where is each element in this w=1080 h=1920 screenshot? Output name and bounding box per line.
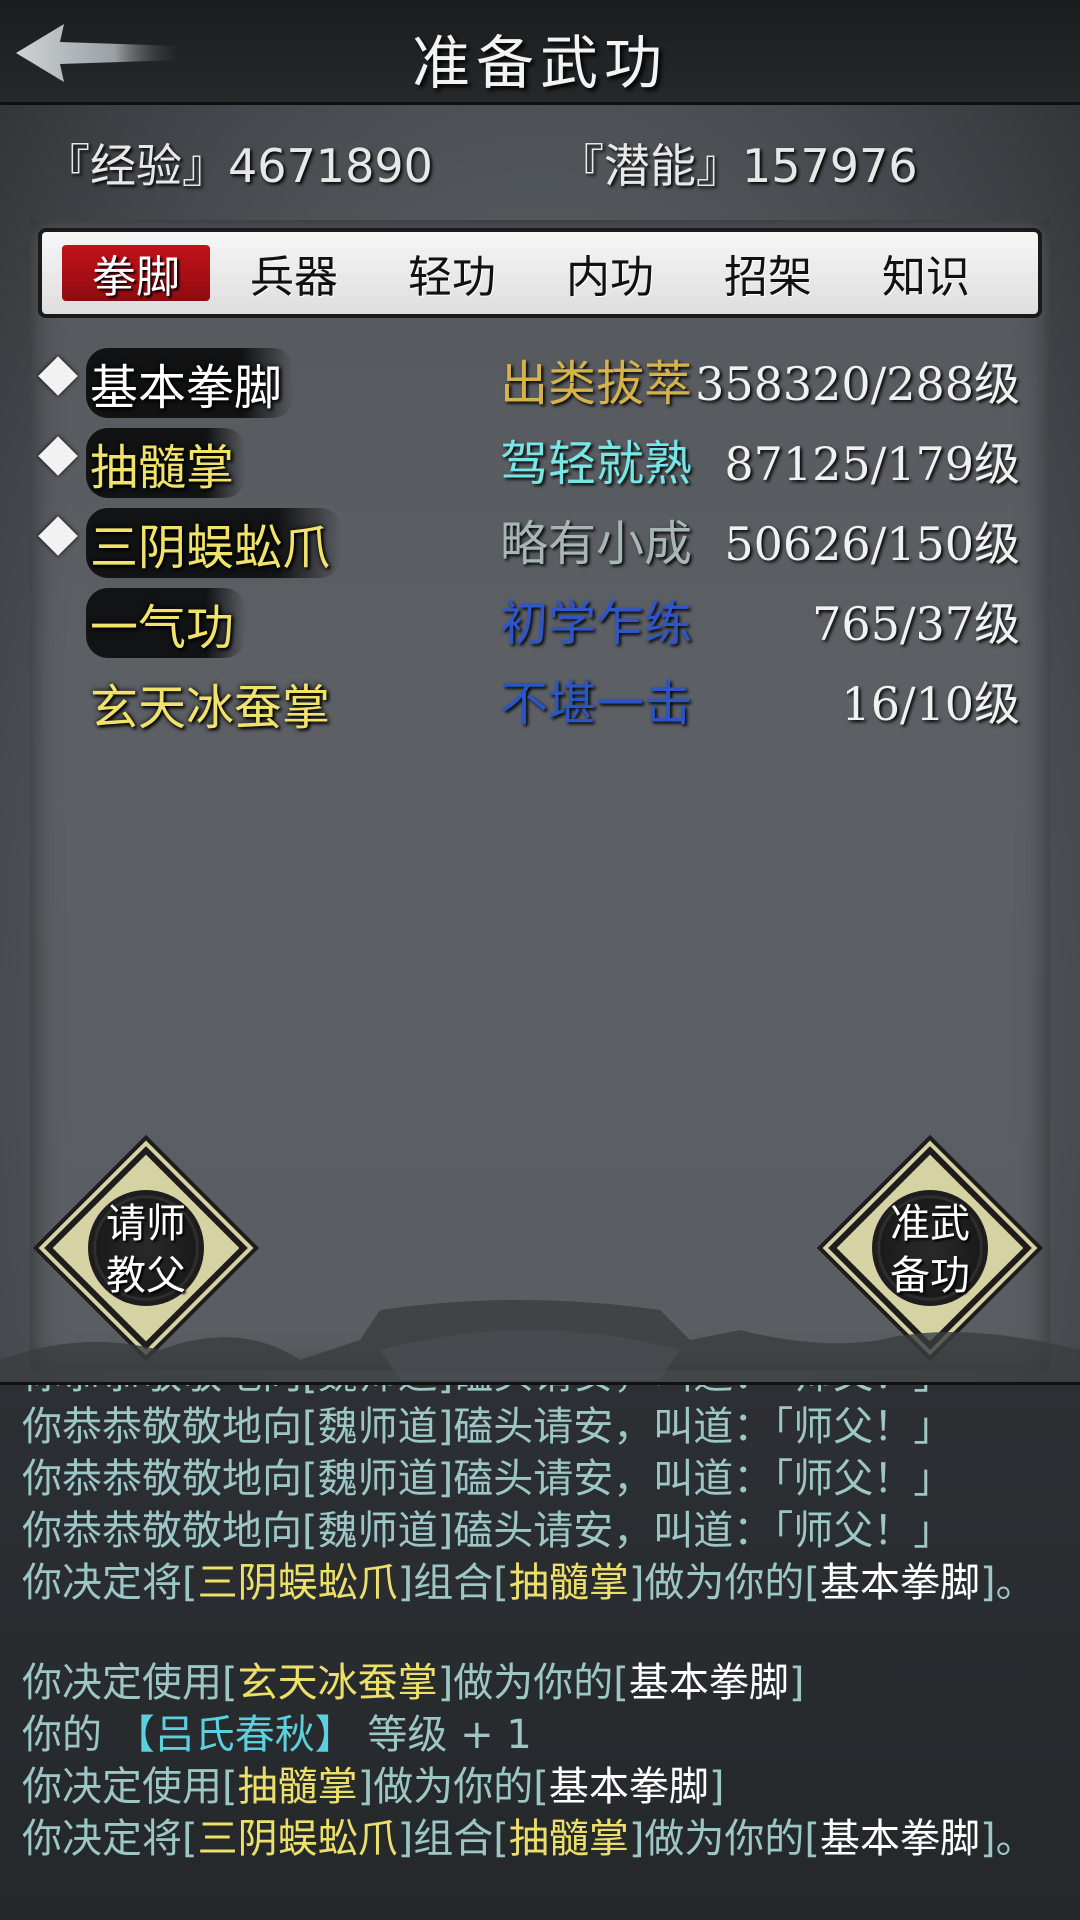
log-spacer xyxy=(22,1609,1080,1657)
tab-knowledge[interactable]: 知识 xyxy=(852,245,1000,303)
skill-level: 87125/179级 xyxy=(724,437,1020,491)
experience-stat: 『经验』4671890 xyxy=(44,139,433,193)
log-text: ]组合[ xyxy=(397,1816,509,1862)
log-text: 等级 + 1 xyxy=(354,1712,532,1758)
tab-lightness[interactable]: 轻功 xyxy=(378,245,526,303)
skill-name: 基本拳脚 xyxy=(86,348,295,418)
log-text: ] xyxy=(708,1764,725,1810)
log-book: 【吕氏春秋】 xyxy=(114,1712,355,1758)
skill-level: 16/10级 xyxy=(841,677,1020,731)
log-line: 你决定将[三阴蜈蚣爪]组合[抽髓掌]做为你的[基本拳脚]。 xyxy=(22,1813,1080,1865)
log-text: ]做为你的[ xyxy=(628,1560,821,1606)
log-text: 你的 xyxy=(22,1712,115,1758)
log-skill: 抽髓掌 xyxy=(508,1816,629,1862)
header-bar: 准备武功 xyxy=(0,0,1080,105)
skill-rank: 初学乍练 xyxy=(500,596,693,652)
skill-row[interactable]: 一气功 初学乍练 765/37级 xyxy=(0,580,1080,660)
log-line: 你恭恭敬敬地向[魏师道]磕头请安，叫道：「师父！」 xyxy=(22,1385,1080,1401)
skill-rank: 略有小成 xyxy=(500,516,693,572)
log-text: ]做为你的[ xyxy=(628,1816,821,1862)
log-text: 你决定使用[ xyxy=(22,1660,238,1706)
selected-diamond-icon xyxy=(38,356,78,396)
potential-stat: 『潜能』157976 xyxy=(558,139,918,193)
skill-rank: 出类拔萃 xyxy=(500,356,693,412)
skill-name: 三阴蜈蚣爪 xyxy=(86,508,343,578)
log-text: ]组合[ xyxy=(397,1560,509,1606)
skill-row[interactable]: 基本拳脚 出类拔萃 358320/288级 xyxy=(0,340,1080,420)
tab-parry[interactable]: 招架 xyxy=(694,245,842,303)
selected-diamond-icon xyxy=(38,516,78,556)
page-title: 准备武功 xyxy=(411,29,668,97)
skill-name: 一气功 xyxy=(86,588,247,658)
stats-bar: 『经验』4671890 『潜能』157976 xyxy=(0,124,1080,194)
tab-fist-kick[interactable]: 拳脚 xyxy=(62,245,210,303)
log-text: ]做为你的[ xyxy=(437,1660,629,1706)
log-line: 你恭恭敬敬地向[魏师道]磕头请安，叫道：「师父！」 xyxy=(22,1508,954,1554)
skill-level: 50626/150级 xyxy=(724,517,1020,571)
log-skill: 基本拳脚 xyxy=(548,1764,709,1810)
skill-row[interactable]: 抽髓掌 驾轻就熟 87125/179级 xyxy=(0,420,1080,500)
log-line: 你决定使用[玄天冰蚕掌]做为你的[基本拳脚] xyxy=(22,1657,1080,1709)
selected-diamond-icon xyxy=(38,436,78,476)
skill-list: 基本拳脚 出类拔萃 358320/288级 抽髓掌 驾轻就熟 87125/179… xyxy=(0,340,1080,740)
skill-rank: 不堪一击 xyxy=(500,676,693,732)
log-line: 你恭恭敬敬地向[魏师道]磕头请安，叫道：「师父！」 xyxy=(22,1404,954,1450)
log-skill: 基本拳脚 xyxy=(820,1560,981,1606)
skill-name: 玄天冰蚕掌 xyxy=(90,680,331,736)
log-text: 你决定将[ xyxy=(22,1560,198,1606)
tab-inner-force[interactable]: 内功 xyxy=(536,245,684,303)
skill-level: 358320/288级 xyxy=(695,357,1020,411)
skill-level: 765/37级 xyxy=(812,597,1020,651)
log-skill: 三阴蜈蚣爪 xyxy=(197,1560,398,1606)
log-text: ]。 xyxy=(980,1560,1036,1606)
ask-teacher-label: 请师 教父 xyxy=(46,1198,246,1302)
tab-weapon[interactable]: 兵器 xyxy=(220,245,368,303)
log-text: ]。 xyxy=(980,1816,1036,1862)
prepare-skill-line1: 准武 xyxy=(890,1201,970,1247)
log-line: 你决定将[三阴蜈蚣爪]组合[抽髓掌]做为你的[基本拳脚]。 xyxy=(22,1557,1080,1609)
ask-teacher-line1: 请师 xyxy=(106,1201,186,1247)
skill-category-tabs: 拳脚 兵器 轻功 内功 招架 知识 xyxy=(38,228,1042,318)
log-line: 你决定使用[抽髓掌]做为你的[基本拳脚] xyxy=(22,1761,1080,1813)
prepare-skill-label: 准武 备功 xyxy=(830,1198,1030,1302)
skill-row[interactable]: 玄天冰蚕掌 不堪一击 16/10级 xyxy=(0,660,1080,740)
log-text: 你决定将[ xyxy=(22,1816,198,1862)
log-text: ] xyxy=(788,1660,805,1706)
log-text: 你决定使用[ xyxy=(22,1764,238,1810)
log-skill: 基本拳脚 xyxy=(628,1660,789,1706)
log-skill: 基本拳脚 xyxy=(820,1816,981,1862)
log-line: 你的 【吕氏春秋】 等级 + 1 xyxy=(22,1709,1080,1761)
message-log: 你恭恭敬敬地向[魏师道]磕头请安，叫道：「师父！」 你恭恭敬敬地向[魏师道]磕头… xyxy=(0,1382,1080,1920)
log-text: ]做为你的[ xyxy=(357,1764,549,1810)
log-skill: 玄天冰蚕掌 xyxy=(237,1660,438,1706)
log-skill: 三阴蜈蚣爪 xyxy=(197,1816,398,1862)
skill-rank: 驾轻就熟 xyxy=(500,436,693,492)
skill-name: 抽髓掌 xyxy=(86,428,247,498)
log-skill: 抽髓掌 xyxy=(508,1560,629,1606)
skill-row[interactable]: 三阴蜈蚣爪 略有小成 50626/150级 xyxy=(0,500,1080,580)
log-line: 你恭恭敬敬地向[魏师道]磕头请安，叫道：「师父！」 xyxy=(22,1456,954,1502)
log-skill: 抽髓掌 xyxy=(237,1764,358,1810)
